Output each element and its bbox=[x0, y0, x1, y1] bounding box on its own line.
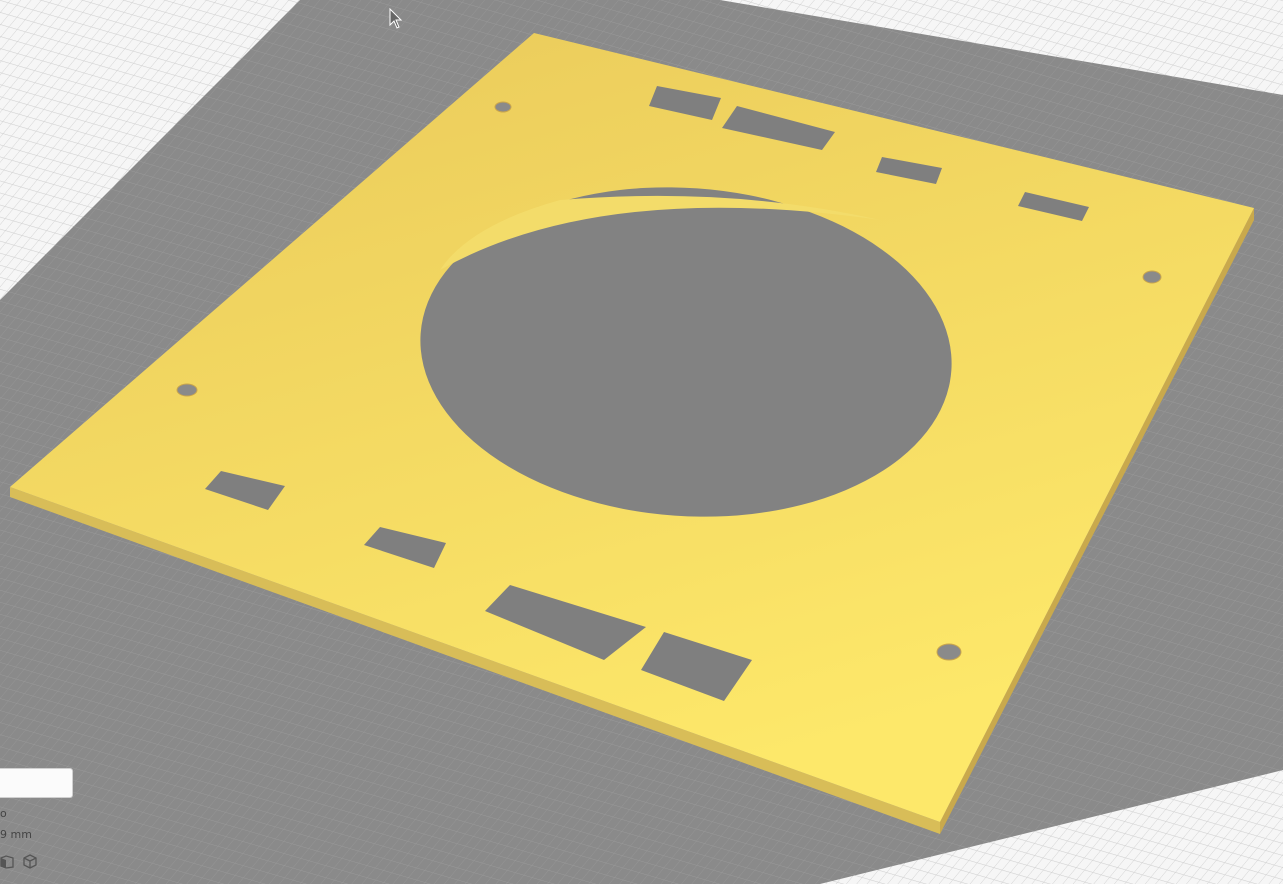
info-line-1: o bbox=[0, 807, 7, 820]
3d-view-icon[interactable] bbox=[23, 854, 37, 869]
screw-hole-4 bbox=[936, 643, 962, 661]
3d-viewport[interactable] bbox=[0, 0, 1283, 884]
screw-hole-3 bbox=[176, 383, 198, 397]
mouse-pointer-icon bbox=[389, 8, 403, 29]
scene-canvas[interactable] bbox=[0, 0, 1283, 884]
screw-hole-2 bbox=[1142, 270, 1162, 284]
view-icons bbox=[0, 854, 37, 869]
dimension-readout: 9 mm bbox=[0, 828, 32, 841]
object-info-box[interactable] bbox=[0, 768, 73, 798]
left-info-panel: o 9 mm bbox=[0, 768, 74, 884]
screw-hole-1 bbox=[494, 101, 512, 113]
left-side-view-icon[interactable] bbox=[0, 854, 14, 869]
